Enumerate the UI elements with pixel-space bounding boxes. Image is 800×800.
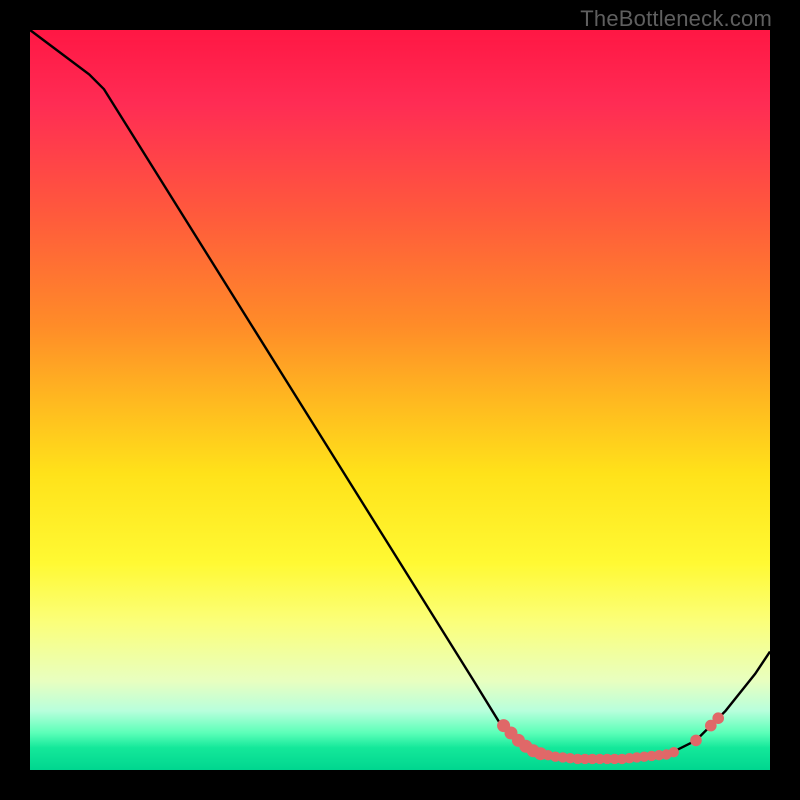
chart-overlay xyxy=(30,30,770,770)
marker-point xyxy=(669,747,679,757)
marker-group xyxy=(497,712,724,764)
marker-point xyxy=(712,712,724,724)
chart-container: TheBottleneck.com xyxy=(0,0,800,800)
main-curve xyxy=(30,30,770,759)
attribution-text: TheBottleneck.com xyxy=(580,6,772,32)
marker-point xyxy=(690,735,702,747)
